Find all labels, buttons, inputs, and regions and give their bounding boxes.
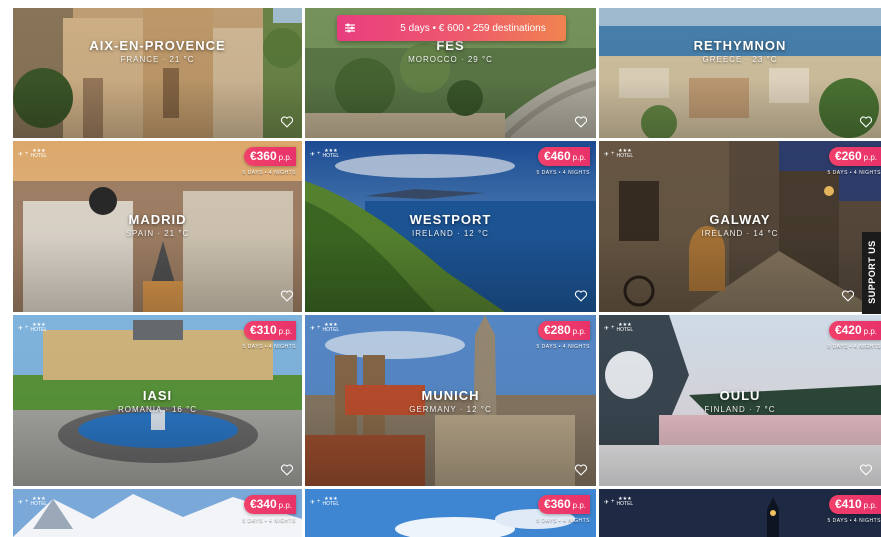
- heart-icon[interactable]: [280, 464, 294, 476]
- price-badge: €410 p.p.: [828, 495, 881, 514]
- flight-hotel-badge: ✈ + ★★★ HOTEL: [310, 496, 340, 507]
- city-name: RETHYMNON: [693, 38, 787, 53]
- destination-grid: AIX-EN-PROVENCE FRANCE · 21 °C FES MOROC…: [0, 0, 881, 537]
- flight-hotel-badge: ✈ + ★★★ HOTEL: [604, 496, 634, 507]
- flight-hotel-badge: ✈ + ★★★ HOTEL: [310, 322, 340, 333]
- price-badge: €260 p.p.: [828, 147, 881, 166]
- destination-card-aix[interactable]: AIX-EN-PROVENCE FRANCE · 21 °C: [13, 8, 302, 138]
- price-badge: €310 p.p.: [243, 321, 296, 340]
- duration-label: 5 DAYS • 4 NIGHTS: [536, 170, 590, 176]
- destination-card-galway[interactable]: ✈ + ★★★ HOTEL €260 p.p. 5 DAYS • 4 NIGHTS …: [599, 141, 881, 312]
- country-temperature: FINLAND · 7 °C: [704, 405, 776, 414]
- plane-icon: ✈: [18, 499, 24, 506]
- price-badge: €420 p.p.: [828, 321, 881, 340]
- support-us-label: SUPPORT US: [867, 240, 877, 304]
- duration-label: 5 DAYS • 4 NIGHTS: [242, 518, 296, 524]
- heart-icon[interactable]: [574, 290, 588, 302]
- plane-icon: ✈: [604, 151, 610, 158]
- city-name: OULU: [719, 388, 761, 403]
- heart-icon[interactable]: [859, 116, 873, 128]
- duration-label: 5 DAYS • 4 NIGHTS: [536, 518, 590, 524]
- plane-icon: ✈: [604, 499, 610, 506]
- plane-icon: ✈: [604, 325, 610, 332]
- filter-summary: 5 days • € 600 • 259 destinations: [400, 22, 546, 34]
- destination-card[interactable]: ✈ + ★★★ HOTEL €360 p.p. 5 DAYS • 4 NIGHTS: [305, 489, 596, 537]
- flight-hotel-badge: ✈ + ★★★ HOTEL: [18, 322, 48, 333]
- country-temperature: GERMANY · 12 °C: [409, 405, 492, 414]
- duration-label: 5 DAYS • 4 NIGHTS: [827, 344, 881, 350]
- price-badge: €360 p.p.: [243, 147, 296, 166]
- country-temperature: SPAIN · 21 °C: [125, 229, 190, 238]
- heart-icon[interactable]: [841, 290, 855, 302]
- duration-label: 5 DAYS • 4 NIGHTS: [242, 344, 296, 350]
- city-name: MADRID: [128, 212, 187, 227]
- city-name: WESTPORT: [409, 212, 492, 227]
- plane-icon: ✈: [310, 151, 316, 158]
- city-name: MUNICH: [421, 388, 480, 403]
- country-temperature: MOROCCO · 29 °C: [408, 55, 493, 64]
- city-name: IASI: [142, 388, 173, 403]
- destination-card-rethymnon[interactable]: RETHYMNON GREECE · 23 °C: [599, 8, 881, 138]
- country-temperature: FRANCE · 21 °C: [120, 55, 195, 64]
- country-temperature: IRELAND · 12 °C: [412, 229, 489, 238]
- duration-label: 5 DAYS • 4 NIGHTS: [536, 344, 590, 350]
- duration-label: 5 DAYS • 4 NIGHTS: [827, 518, 881, 524]
- filter-icon[interactable]: [344, 22, 356, 34]
- flight-hotel-badge: ✈ + ★★★ HOTEL: [18, 496, 48, 507]
- plane-icon: ✈: [18, 325, 24, 332]
- destination-card-munich[interactable]: ✈ + ★★★ HOTEL €280 p.p. 5 DAYS • 4 NIGHTS …: [305, 315, 596, 486]
- price-badge: €280 p.p.: [537, 321, 590, 340]
- flight-hotel-badge: ✈ + ★★★ HOTEL: [310, 148, 340, 159]
- heart-icon[interactable]: [280, 116, 294, 128]
- heart-icon[interactable]: [574, 116, 588, 128]
- flight-hotel-badge: ✈ + ★★★ HOTEL: [604, 148, 634, 159]
- heart-icon[interactable]: [280, 290, 294, 302]
- flight-hotel-badge: ✈ + ★★★ HOTEL: [604, 322, 634, 333]
- destination-card-oulu[interactable]: ✈ + ★★★ HOTEL €420 p.p. 5 DAYS • 4 NIGHTS …: [599, 315, 881, 486]
- destination-card[interactable]: ✈ + ★★★ HOTEL €410 p.p. 5 DAYS • 4 NIGHTS: [599, 489, 881, 537]
- flight-hotel-badge: ✈ + ★★★ HOTEL: [18, 148, 48, 159]
- duration-label: 5 DAYS • 4 NIGHTS: [242, 170, 296, 176]
- city-name: AIX-EN-PROVENCE: [89, 38, 226, 53]
- plane-icon: ✈: [18, 151, 24, 158]
- city-name: GALWAY: [709, 212, 771, 227]
- price-badge: €460 p.p.: [537, 147, 590, 166]
- plane-icon: ✈: [310, 499, 316, 506]
- destination-card-westport[interactable]: ✈ + ★★★ HOTEL €460 p.p. 5 DAYS • 4 NIGHTS …: [305, 141, 596, 312]
- destination-card[interactable]: ✈ + ★★★ HOTEL €340 p.p. 5 DAYS • 4 NIGHTS: [13, 489, 302, 537]
- support-us-tab[interactable]: SUPPORT US: [862, 232, 881, 314]
- plane-icon: ✈: [310, 325, 316, 332]
- destination-card-madrid[interactable]: ✈ + ★★★ HOTEL €360 p.p. 5 DAYS • 4 NIGHTS …: [13, 141, 302, 312]
- price-badge: €360 p.p.: [537, 495, 590, 514]
- heart-icon[interactable]: [574, 464, 588, 476]
- price-badge: €340 p.p.: [243, 495, 296, 514]
- country-temperature: ROMANIA · 16 °C: [117, 405, 198, 414]
- heart-icon[interactable]: [859, 464, 873, 476]
- country-temperature: GREECE · 23 °C: [702, 55, 778, 64]
- destination-card-iasi[interactable]: ✈ + ★★★ HOTEL €310 p.p. 5 DAYS • 4 NIGHTS …: [13, 315, 302, 486]
- duration-label: 5 DAYS • 4 NIGHTS: [827, 170, 881, 176]
- trip-filter-bar[interactable]: 5 days • € 600 • 259 destinations: [337, 15, 566, 41]
- country-temperature: IRELAND · 14 °C: [701, 229, 779, 238]
